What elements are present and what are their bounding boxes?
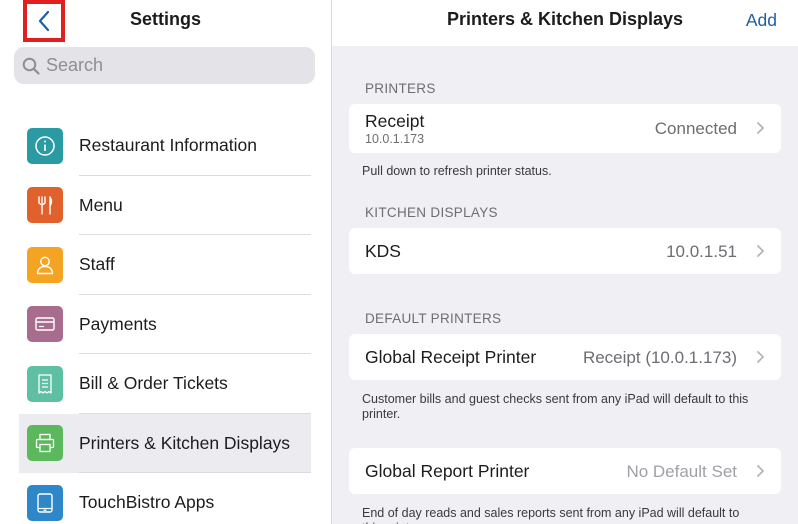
global-report-printer-value: No Default Set — [626, 462, 737, 481]
sidebar-item-label: Menu — [79, 194, 123, 215]
global-receipt-printer-label: Global Receipt Printer — [365, 347, 537, 367]
printer-name: Receipt — [365, 111, 425, 131]
refresh-note: Pull down to refresh printer status. — [362, 164, 552, 178]
search-bar[interactable] — [14, 47, 315, 84]
card-icon — [27, 306, 63, 343]
sidebar-item-label: Staff — [79, 254, 115, 275]
search-icon — [22, 57, 40, 75]
settings-menu: Restaurant Information Menu Staff Paymen… — [19, 116, 311, 524]
sidebar-item-label: Payments — [79, 313, 157, 334]
printer-status: Connected — [654, 119, 737, 138]
global-report-printer-row[interactable]: Global Report Printer No Default Set — [349, 448, 781, 494]
person-icon — [27, 246, 63, 283]
sidebar-title: Settings — [129, 9, 201, 29]
kitchen-displays-section-header: KITCHEN DISPLAYS — [365, 205, 498, 220]
receipt-icon — [27, 365, 63, 402]
global-receipt-printer-value: Receipt (10.0.1.173) — [582, 348, 737, 367]
fork-knife-icon — [27, 187, 63, 224]
receipt-printer-row[interactable]: Receipt 10.0.1.173 Connected — [349, 104, 781, 153]
printer-icon — [27, 425, 63, 462]
settings-sidebar: Settings Restaurant Information Menu — [0, 0, 331, 524]
global-receipt-printer-row[interactable]: Global Receipt Printer Receipt (10.0.1.1… — [349, 334, 781, 380]
sidebar-item-menu[interactable]: Menu — [19, 176, 311, 235]
printers-section-header: PRINTERS — [365, 81, 436, 96]
chevron-right-icon — [757, 122, 764, 134]
report-printer-note: End of day reads and sales reports sent … — [362, 506, 740, 524]
chevron-right-icon — [757, 351, 764, 363]
detail-pane: Printers & Kitchen Displays Add PRINTERS… — [332, 0, 798, 524]
info-icon — [27, 127, 63, 164]
detail-header: Printers & Kitchen Displays Add — [332, 0, 798, 46]
sidebar-item-label: Restaurant Information — [79, 135, 258, 156]
printer-ip: 10.0.1.173 — [365, 132, 425, 146]
sidebar-item-touchbistro-apps[interactable]: TouchBistro Apps — [19, 473, 311, 524]
chevron-right-icon — [757, 245, 764, 257]
page-title: Printers & Kitchen Displays — [446, 9, 684, 29]
sidebar-item-printers-kitchen-displays[interactable]: Printers & Kitchen Displays — [19, 413, 311, 473]
sidebar-item-staff[interactable]: Staff — [19, 235, 311, 295]
app-window: Settings Restaurant Information Menu — [0, 0, 798, 524]
receipt-printer-note: Customer bills and guest checks sent fro… — [362, 392, 749, 421]
sidebar-item-label: TouchBistro Apps — [79, 492, 215, 513]
sidebar-item-bill-order-tickets[interactable]: Bill & Order Tickets — [19, 354, 311, 414]
chevron-right-icon — [757, 465, 764, 477]
sidebar-item-label: Bill & Order Tickets — [79, 373, 228, 394]
sidebar-item-payments[interactable]: Payments — [19, 295, 311, 354]
sidebar-item-label: Printers & Kitchen Displays — [79, 432, 291, 453]
default-printers-section-header: DEFAULT PRINTERS — [365, 311, 502, 326]
kds-row[interactable]: KDS 10.0.1.51 — [349, 228, 781, 274]
kds-name: KDS — [365, 241, 401, 261]
search-input[interactable] — [46, 55, 296, 76]
add-button[interactable]: Add — [746, 10, 777, 31]
global-report-printer-label: Global Report Printer — [365, 461, 530, 481]
sidebar-item-restaurant-information[interactable]: Restaurant Information — [19, 116, 311, 176]
tablet-icon — [27, 484, 63, 521]
kds-ip: 10.0.1.51 — [666, 242, 737, 261]
